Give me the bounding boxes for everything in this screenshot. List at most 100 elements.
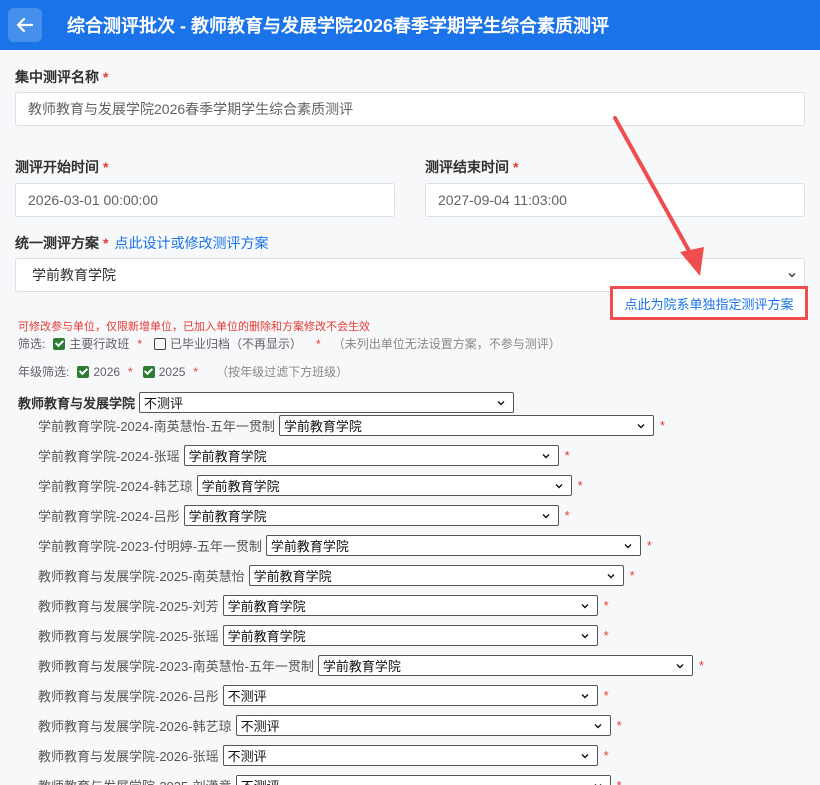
unit-row: 教师教育与发展学院-2026-张瑶 不测评 *	[38, 745, 609, 766]
chevron-down-icon	[581, 633, 589, 638]
chevron-down-icon	[581, 603, 589, 608]
unit-row: 学前教育学院-2024-韩艺琼 学前教育学院 *	[38, 475, 583, 496]
unit-name: 学前教育学院-2024-吕彤	[38, 509, 180, 524]
chevron-down-icon	[542, 453, 550, 458]
required-mark: *	[137, 336, 143, 351]
root-unit-select-value: 不测评	[144, 396, 184, 411]
unit-scheme-select[interactable]: 学前教育学院	[196, 475, 572, 496]
back-button[interactable]	[8, 8, 42, 42]
unit-scheme-select[interactable]: 不测评	[235, 715, 611, 736]
required-mark: *	[103, 69, 109, 85]
dept-scheme-callout[interactable]: 点此为院系单独指定测评方案	[610, 286, 808, 320]
unit-scheme-select[interactable]: 不测评	[222, 685, 598, 706]
unit-scheme-select-value: 学前教育学院	[188, 449, 267, 464]
required-mark: *	[617, 778, 622, 785]
unit-scheme-select[interactable]: 学前教育学院	[183, 445, 559, 466]
required-mark: *	[659, 418, 665, 433]
end-time-input[interactable]: 2027-09-04 11:03:00	[425, 183, 805, 217]
checkbox-grade-2026[interactable]	[77, 365, 90, 378]
filter-label: 筛选:	[18, 337, 46, 351]
unit-name: 教师教育与发展学院-2026-韩艺琼	[38, 719, 232, 734]
chevron-down-icon	[594, 723, 602, 728]
required-mark: *	[564, 448, 570, 463]
option-graduated-label: 已毕业归档（不再显示）	[170, 337, 303, 351]
chevron-down-icon	[581, 753, 589, 758]
start-label: 测评开始时间 *	[15, 157, 108, 177]
unit-name: 教师教育与发展学院-2025-南英慧怡	[38, 569, 245, 584]
checkbox-grade-2025[interactable]	[142, 365, 155, 378]
chevron-down-icon	[637, 423, 645, 428]
grade-2026-label: 2026	[93, 364, 121, 379]
chevron-down-icon	[497, 400, 505, 405]
start-time-input[interactable]: 2026-03-01 00:00:00	[15, 183, 395, 217]
chevron-down-icon	[594, 783, 602, 785]
root-unit-select[interactable]: 不测评	[139, 392, 515, 413]
required-mark: *	[603, 688, 609, 703]
unit-name: 教师教育与发展学院-2026-吕彤	[38, 689, 219, 704]
chevron-down-icon	[624, 543, 632, 548]
name-label-text: 集中测评名称	[15, 69, 99, 85]
unit-row: 学前教育学院-2023-付明婷-五年一贯制 学前教育学院 *	[38, 535, 652, 556]
unit-row: 学前教育学院-2024-南英慧怡-五年一贯制 学前教育学院 *	[38, 415, 665, 436]
unit-scheme-select-value: 学前教育学院	[227, 599, 306, 614]
checkbox-graduated[interactable]	[154, 337, 167, 350]
end-label-text: 测评结束时间	[425, 159, 509, 175]
unit-scheme-select-value: 学前教育学院	[270, 539, 349, 554]
unit-scheme-select[interactable]: 不测评	[235, 775, 611, 785]
unit-name: 学前教育学院-2023-付明婷-五年一贯制	[38, 539, 262, 554]
unit-row: 教师教育与发展学院-2025-刘潇意不测评 *	[38, 775, 622, 785]
required-mark: *	[316, 336, 321, 351]
filter-row: 筛选: 主要行政班 * 已毕业归档（不再显示） * （未列出单位无法设置方案，不…	[18, 335, 561, 352]
unit-scheme-select[interactable]: 学前教育学院	[278, 415, 654, 436]
unit-scheme-select[interactable]: 学前教育学院	[222, 595, 598, 616]
unit-name: 教师教育与发展学院-2023-南英慧怡-五年一贯制	[38, 659, 314, 674]
unit-row: 教师教育与发展学院-2023-南英慧怡-五年一贯制 学前教育学院 *	[38, 655, 704, 676]
start-label-text: 测评开始时间	[15, 159, 99, 175]
unit-scheme-select-value: 不测评	[240, 719, 280, 734]
design-scheme-link[interactable]: 点此设计或修改测评方案	[114, 235, 268, 251]
unit-name: 教师教育与发展学院-2025-张瑶	[38, 629, 219, 644]
dept-scheme-link[interactable]: 点此为院系单独指定测评方案	[624, 294, 793, 313]
required-mark: *	[564, 508, 570, 523]
grade-2025-label: 2025	[158, 364, 186, 379]
unit-row: 教师教育与发展学院-2026-韩艺琼 不测评 *	[38, 715, 622, 736]
required-mark: *	[629, 568, 635, 583]
required-mark: *	[646, 538, 652, 553]
required-mark: *	[603, 598, 609, 613]
unit-scheme-select-value: 不测评	[227, 689, 267, 704]
scheme-select-value: 学前教育学院	[32, 267, 116, 283]
unit-row: 教师教育与发展学院-2025-刘芳 学前教育学院 *	[38, 595, 609, 616]
unit-name: 学前教育学院-2024-韩艺琼	[38, 479, 193, 494]
unit-scheme-select[interactable]: 不测评	[222, 745, 598, 766]
batch-name-input[interactable]: 教师教育与发展学院2026春季学期学生综合素质测评	[15, 92, 805, 126]
filter-note: （未列出单位无法设置方案，不参与测评）	[332, 337, 561, 351]
name-label: 集中测评名称 *	[15, 67, 108, 87]
unit-scheme-select[interactable]: 学前教育学院	[248, 565, 624, 586]
unit-scheme-select[interactable]: 学前教育学院	[265, 535, 641, 556]
grade-filter-label: 年级筛选:	[18, 365, 70, 379]
checkbox-main-class[interactable]	[53, 337, 66, 350]
unit-name: 学前教育学院-2024-南英慧怡-五年一贯制	[38, 419, 275, 434]
unit-scheme-select[interactable]: 学前教育学院	[222, 625, 598, 646]
unit-scheme-select-value: 学前教育学院	[188, 509, 267, 524]
unit-row: 教师教育与发展学院-2026-吕彤 不测评 *	[38, 685, 609, 706]
unit-scheme-select-value: 不测评	[227, 749, 267, 764]
scheme-label-text: 统一测评方案	[15, 235, 99, 251]
chevron-down-icon	[542, 513, 550, 518]
unit-row: 教师教育与发展学院-2025-张瑶 学前教育学院 *	[38, 625, 609, 646]
unit-name: 教师教育与发展学院-2026-张瑶	[38, 749, 219, 764]
page-title: 综合测评批次 - 教师教育与发展学院2026春季学期学生综合素质测评	[67, 16, 610, 36]
unit-scheme-select-value: 学前教育学院	[283, 419, 362, 434]
grade-filter-row: 年级筛选: 2026 * 2025 * （按年级过滤下方班级）	[18, 363, 348, 380]
unit-name: 学前教育学院-2024-张瑶	[38, 449, 180, 464]
unit-scheme-select[interactable]: 学前教育学院	[183, 505, 559, 526]
chevron-down-icon	[581, 693, 589, 698]
chevron-down-icon	[676, 663, 684, 668]
unit-scheme-select-value: 学前教育学院	[253, 569, 332, 584]
required-mark: *	[103, 159, 109, 175]
unit-scheme-select[interactable]: 学前教育学院	[317, 655, 693, 676]
warning-text: 可修改参与单位，仅限新增单位，已加入单位的删除和方案修改不会生效	[18, 321, 370, 333]
required-mark: *	[603, 748, 609, 763]
required-mark: *	[603, 628, 609, 643]
required-mark: *	[103, 235, 109, 251]
